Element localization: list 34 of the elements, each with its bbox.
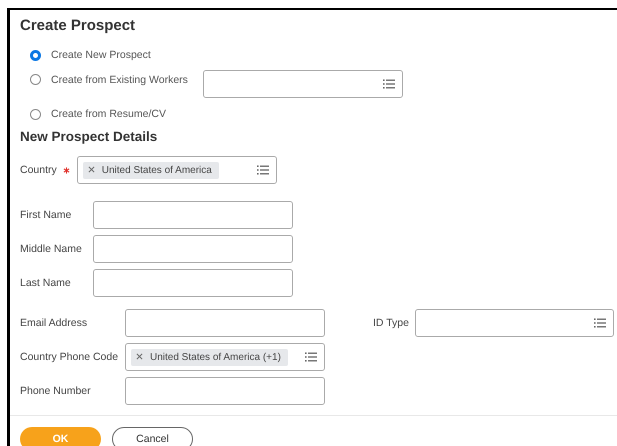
section-title: New Prospect Details	[20, 129, 158, 144]
cancel-button[interactable]: Cancel	[112, 427, 193, 446]
field-label: Country Phone Code	[20, 351, 120, 363]
id-type-field[interactable]	[415, 309, 614, 337]
field-label: Last Name	[20, 277, 72, 289]
text-field[interactable]	[125, 377, 325, 405]
selected-chip[interactable]: United States of America (+1)	[131, 348, 288, 366]
list-icon	[383, 79, 395, 89]
radio-button[interactable]	[30, 50, 41, 60]
worker-prompt-field[interactable]	[203, 70, 403, 98]
field-label: ID Type	[373, 317, 410, 329]
text-field[interactable]	[93, 235, 293, 263]
field-label: Phone Number	[20, 385, 92, 397]
radio-button[interactable]	[30, 74, 41, 85]
list-icon	[594, 318, 606, 328]
radio-label[interactable]: Create from Resume/CV	[51, 108, 203, 120]
remove-icon[interactable]	[136, 353, 143, 360]
field-label: Email Address	[20, 317, 88, 329]
selected-chip[interactable]: United States of America	[82, 162, 219, 178]
phone-code-field[interactable]: United States of America (+1)	[125, 343, 325, 371]
list-icon	[305, 352, 317, 362]
radio-button[interactable]	[30, 108, 41, 120]
field-label: Middle Name	[20, 243, 83, 255]
text-field[interactable]	[125, 309, 325, 337]
list-icon	[256, 165, 269, 175]
field-label: Country	[20, 164, 57, 176]
radio-label[interactable]: Create from Existing Workers	[51, 74, 203, 86]
page-title: Create Prospect	[20, 17, 136, 36]
country-field[interactable]: United States of America	[76, 156, 277, 184]
text-field[interactable]	[93, 269, 293, 297]
text-field[interactable]	[93, 201, 293, 229]
remove-icon[interactable]	[88, 166, 95, 174]
radio-label[interactable]: Create New Prospect	[51, 49, 203, 61]
field-label: First Name	[20, 209, 72, 221]
